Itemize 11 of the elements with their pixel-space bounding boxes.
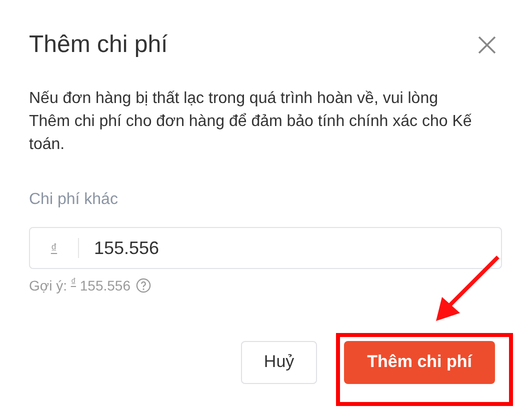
cost-field[interactable]: ₫ 155.556	[29, 227, 502, 269]
help-icon[interactable]	[136, 278, 150, 294]
field-label: Chi phí khác	[29, 190, 119, 210]
description-text: Nếu đơn hàng bị thất lạc trong quá trình hoàn về, vui lòng Thêm chi phí cho đơn hàng để đảm bảo tính chính xác cho Kế toán.	[29, 89, 473, 155]
dialog-title: Thêm chi phí	[29, 30, 168, 60]
hint-text: Gợi ý: $^{₫}$ 155.556	[29, 276, 130, 296]
cost-input-field[interactable]: 155.556	[79, 229, 501, 267]
currency-symbol: ₫	[50, 240, 58, 257]
cancel-button[interactable]: Huỷ	[240, 340, 318, 384]
add-cost-button[interactable]: Thêm chi phí	[344, 340, 495, 384]
close-icon[interactable]	[477, 35, 497, 55]
